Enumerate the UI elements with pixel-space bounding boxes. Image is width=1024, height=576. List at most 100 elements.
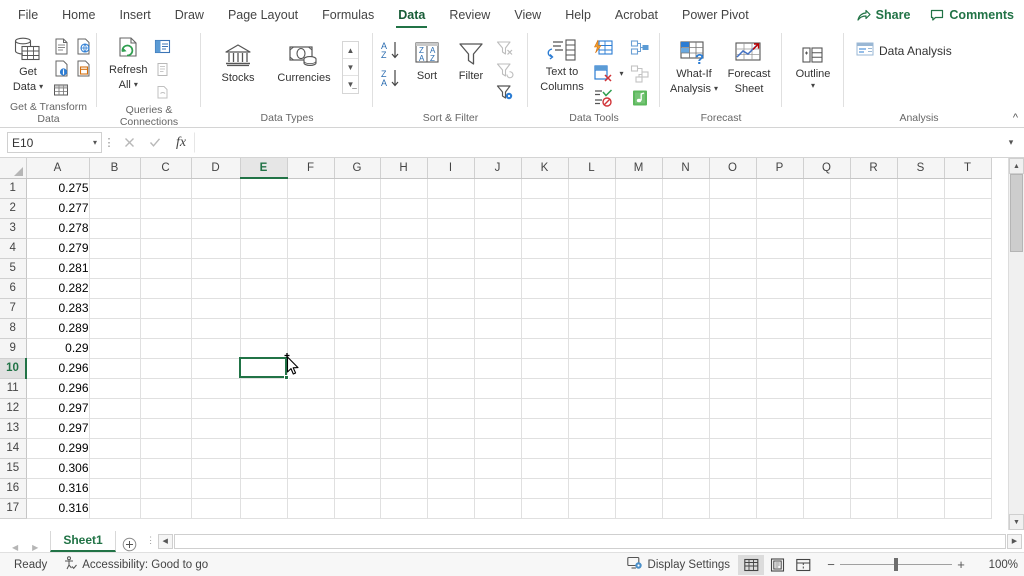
remove-duplicates-icon[interactable] — [590, 61, 616, 86]
cell-R7[interactable] — [850, 298, 898, 319]
chevron-down-icon[interactable]: ▾ — [616, 36, 627, 110]
cell-I4[interactable] — [427, 238, 475, 259]
cell-G6[interactable] — [334, 278, 381, 299]
cell-A11[interactable]: 0.296 — [26, 378, 90, 399]
cell-D7[interactable] — [191, 298, 241, 319]
cell-S4[interactable] — [897, 238, 945, 259]
cell-F5[interactable] — [287, 258, 335, 279]
consolidate-icon[interactable] — [627, 36, 653, 61]
cell-B6[interactable] — [89, 278, 141, 299]
cell-S11[interactable] — [897, 378, 945, 399]
cell-J15[interactable] — [474, 458, 522, 479]
formula-input[interactable] — [194, 132, 1000, 153]
column-header-e[interactable]: E — [240, 158, 288, 179]
cell-E4[interactable] — [240, 238, 288, 259]
cell-G4[interactable] — [334, 238, 381, 259]
ribbon-collapse-button[interactable]: ^ — [1013, 112, 1018, 124]
cell-B15[interactable] — [89, 458, 141, 479]
queries-connections-pane-icon[interactable] — [154, 35, 171, 58]
cell-C12[interactable] — [140, 398, 192, 419]
scroll-down-button[interactable]: ▼ — [1009, 514, 1024, 530]
cell-O4[interactable] — [709, 238, 757, 259]
cell-I8[interactable] — [427, 318, 475, 339]
cell-B4[interactable] — [89, 238, 141, 259]
cell-C4[interactable] — [140, 238, 192, 259]
cell-L11[interactable] — [568, 378, 616, 399]
row-header-17[interactable]: 17 — [0, 498, 27, 519]
cell-T7[interactable] — [944, 298, 992, 319]
cell-S17[interactable] — [897, 498, 945, 519]
cell-F4[interactable] — [287, 238, 335, 259]
vertical-scroll-track[interactable] — [1009, 252, 1024, 514]
cell-M2[interactable] — [615, 198, 663, 219]
row-header-13[interactable]: 13 — [0, 418, 27, 439]
cell-N7[interactable] — [662, 298, 710, 319]
cell-T5[interactable] — [944, 258, 992, 279]
cell-G8[interactable] — [334, 318, 381, 339]
cell-T13[interactable] — [944, 418, 992, 439]
cell-G15[interactable] — [334, 458, 381, 479]
row-header-8[interactable]: 8 — [0, 318, 27, 339]
sort-az-icon[interactable]: AZ — [379, 37, 405, 65]
column-header-m[interactable]: M — [615, 158, 663, 179]
chevron-down-icon[interactable]: ▾ — [134, 81, 138, 89]
cell-I15[interactable] — [427, 458, 475, 479]
cell-Q5[interactable] — [803, 258, 851, 279]
cell-I17[interactable] — [427, 498, 475, 519]
cell-G10[interactable] — [334, 358, 381, 379]
cell-R9[interactable] — [850, 338, 898, 359]
tab-draw[interactable]: Draw — [163, 4, 216, 28]
cell-R4[interactable] — [850, 238, 898, 259]
cell-J16[interactable] — [474, 478, 522, 499]
cell-K8[interactable] — [521, 318, 569, 339]
cell-A1[interactable]: 0.275 — [26, 178, 90, 199]
page-layout-view-button[interactable] — [764, 555, 790, 575]
cell-O10[interactable] — [709, 358, 757, 379]
cell-C13[interactable] — [140, 418, 192, 439]
cell-Q6[interactable] — [803, 278, 851, 299]
cell-N6[interactable] — [662, 278, 710, 299]
cell-H10[interactable] — [380, 358, 428, 379]
vertical-scroll-thumb[interactable] — [1010, 174, 1023, 252]
cell-N11[interactable] — [662, 378, 710, 399]
horizontal-scrollbar[interactable]: ◀ ▶ — [157, 533, 1022, 549]
cell-D1[interactable] — [191, 178, 241, 199]
select-all-corner[interactable] — [0, 158, 27, 179]
cell-I6[interactable] — [427, 278, 475, 299]
zoom-out-button[interactable]: − — [822, 557, 840, 572]
cell-R1[interactable] — [850, 178, 898, 199]
row-header-5[interactable]: 5 — [0, 258, 27, 279]
cell-M10[interactable] — [615, 358, 663, 379]
cell-A12[interactable]: 0.297 — [26, 398, 90, 419]
clear-filter-icon[interactable] — [493, 37, 517, 59]
column-header-d[interactable]: D — [191, 158, 241, 179]
cell-P4[interactable] — [756, 238, 804, 259]
cell-T9[interactable] — [944, 338, 992, 359]
cell-L17[interactable] — [568, 498, 616, 519]
zoom-slider[interactable]: − + — [816, 557, 976, 572]
zoom-in-button[interactable]: + — [952, 557, 970, 572]
cell-M8[interactable] — [615, 318, 663, 339]
column-header-n[interactable]: N — [662, 158, 710, 179]
cell-P7[interactable] — [756, 298, 804, 319]
cell-K17[interactable] — [521, 498, 569, 519]
cell-H5[interactable] — [380, 258, 428, 279]
cell-D12[interactable] — [191, 398, 241, 419]
cell-Q9[interactable] — [803, 338, 851, 359]
cell-K2[interactable] — [521, 198, 569, 219]
cell-H11[interactable] — [380, 378, 428, 399]
cell-H4[interactable] — [380, 238, 428, 259]
cell-K7[interactable] — [521, 298, 569, 319]
cell-E6[interactable] — [240, 278, 288, 299]
formula-bar-expand-button[interactable]: ▾ — [1000, 137, 1022, 148]
chevron-down-icon[interactable]: ▾ — [714, 85, 718, 93]
cell-N12[interactable] — [662, 398, 710, 419]
column-header-l[interactable]: L — [568, 158, 616, 179]
cell-F10[interactable] — [287, 358, 335, 379]
gallery-scroll-down-button[interactable]: ▼ — [343, 59, 358, 76]
cell-N8[interactable] — [662, 318, 710, 339]
sheet-nav-arrows[interactable]: ◀ ▶ — [0, 543, 50, 552]
cell-P8[interactable] — [756, 318, 804, 339]
fx-icon[interactable]: fx — [168, 132, 194, 153]
cell-J6[interactable] — [474, 278, 522, 299]
